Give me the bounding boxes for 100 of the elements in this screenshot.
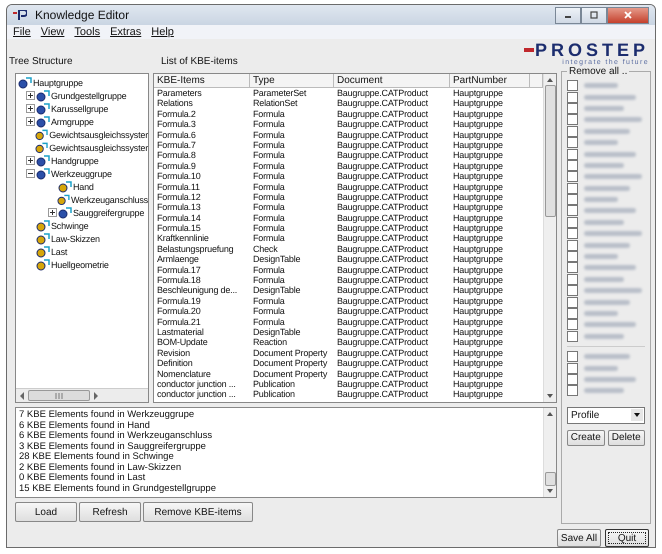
checkbox[interactable] xyxy=(567,308,578,319)
expander-icon[interactable] xyxy=(48,208,57,217)
tree-item[interactable]: Hauptgruppe xyxy=(33,78,83,88)
profile-button[interactable]: Delete xyxy=(608,430,645,446)
tree-item[interactable]: Law-Skizzen xyxy=(51,234,100,244)
checkbox[interactable] xyxy=(567,274,578,285)
table-cell-text: Beschleunigung de... xyxy=(156,285,238,296)
checkbox[interactable] xyxy=(567,216,578,228)
checkbox[interactable] xyxy=(567,205,578,216)
scroll-thumb[interactable] xyxy=(544,85,556,217)
tree-item[interactable]: Gewichtsausgleichssyster xyxy=(49,142,148,152)
checkbox[interactable] xyxy=(567,351,578,362)
table-cell-text: Lastmaterial xyxy=(156,326,205,338)
checkbox[interactable] xyxy=(567,285,578,296)
vertical-scrollbar[interactable] xyxy=(543,408,556,497)
checkbox[interactable] xyxy=(567,330,578,342)
table-cell-text: Hauptgruppe xyxy=(452,389,504,400)
scroll-up-icon[interactable] xyxy=(546,411,554,417)
scroll-thumb[interactable] xyxy=(544,472,556,486)
tree-item[interactable]: Hand xyxy=(73,182,94,192)
checkbox[interactable] xyxy=(567,262,578,274)
vertical-scrollbar[interactable] xyxy=(543,74,556,402)
checkbox[interactable] xyxy=(567,171,578,182)
horizontal-scrollbar[interactable] xyxy=(16,388,148,402)
checkbox[interactable] xyxy=(567,194,578,206)
checkbox[interactable] xyxy=(567,148,578,160)
menu-item[interactable]: View xyxy=(40,26,64,38)
tree-item[interactable]: Grundgestellgruppe xyxy=(51,90,126,100)
table-cell-text: Formula xyxy=(252,130,286,140)
checkbox[interactable] xyxy=(567,362,578,374)
checkbox[interactable] xyxy=(567,126,578,137)
tree-item[interactable]: Werkzeuggrupe xyxy=(51,168,112,178)
checkbox[interactable] xyxy=(567,160,578,171)
profile-dropdown[interactable]: Profile xyxy=(567,406,645,424)
tree-item[interactable]: Last xyxy=(51,246,68,256)
assembly-icon xyxy=(36,246,50,258)
tree-item[interactable]: Sauggreifergruppe xyxy=(73,208,144,218)
checkbox[interactable] xyxy=(567,240,578,251)
footer-button[interactable]: Quit xyxy=(605,529,649,547)
menu-item[interactable]: Extras xyxy=(110,26,142,38)
blurred-label xyxy=(584,128,630,134)
profile-button[interactable]: Create xyxy=(567,430,604,446)
table-cell-text: Baugruppe.CATProduct xyxy=(336,98,429,109)
tree-item[interactable]: Huellgeometrie xyxy=(51,260,109,270)
menu-item[interactable]: File xyxy=(13,26,31,38)
checkbox[interactable] xyxy=(567,182,578,194)
tree-item[interactable]: Gewichtsausgleichssyster xyxy=(49,130,148,140)
scroll-left-icon[interactable] xyxy=(19,392,25,400)
tree-item[interactable]: Werkzeuganschluss xyxy=(71,194,148,204)
action-button[interactable]: Refresh xyxy=(79,502,141,522)
expander-icon[interactable] xyxy=(26,169,35,178)
scroll-thumb[interactable] xyxy=(28,390,90,401)
expander-icon[interactable] xyxy=(26,91,35,100)
checkbox[interactable] xyxy=(567,385,578,396)
action-button[interactable]: Remove KBE-items xyxy=(143,502,253,522)
checkbox[interactable] xyxy=(567,296,578,308)
checkbox[interactable] xyxy=(567,228,578,240)
blurred-label xyxy=(584,265,636,270)
action-button[interactable]: Load xyxy=(15,502,77,522)
checkbox[interactable] xyxy=(567,80,578,92)
tree-item[interactable]: Karussellgrupe xyxy=(51,104,108,114)
table-cell-text: Formula.19 xyxy=(156,296,202,306)
checkbox[interactable] xyxy=(567,319,578,330)
column-header[interactable]: Document xyxy=(334,74,450,88)
scroll-right-icon[interactable] xyxy=(93,392,99,400)
checkbox[interactable] xyxy=(567,251,578,262)
expander-icon[interactable] xyxy=(26,117,35,126)
column-header[interactable]: Type xyxy=(250,74,334,88)
table-cell-text: Formula.7 xyxy=(156,140,197,150)
table-cell-text: Hauptgruppe xyxy=(452,316,504,327)
tree-item[interactable]: Schwinge xyxy=(51,220,88,230)
blurred-label xyxy=(584,366,618,371)
table-cell-text: Baugruppe.CATProduct xyxy=(336,212,429,224)
checkbox[interactable] xyxy=(567,102,578,114)
menu-item[interactable]: Tools xyxy=(74,26,100,38)
column-header[interactable]: PartNumber xyxy=(450,74,530,88)
expander-icon[interactable] xyxy=(26,156,35,165)
scroll-down-icon[interactable] xyxy=(546,393,554,399)
table-cell-text: Hauptgruppe xyxy=(452,285,504,296)
scroll-up-icon[interactable] xyxy=(546,77,554,83)
blurred-label xyxy=(584,186,630,191)
table-cell-text: Hauptgruppe xyxy=(452,337,504,348)
tree-item[interactable]: Handgruppe xyxy=(51,156,99,166)
scroll-down-icon[interactable] xyxy=(546,488,554,494)
column-header[interactable]: KBE-Items xyxy=(154,74,250,88)
footer-button[interactable]: Save All xyxy=(557,529,601,547)
table-cell-text: Hauptgruppe xyxy=(452,192,504,202)
table-cell-text: Formula.6 xyxy=(156,130,197,140)
expander-icon[interactable] xyxy=(26,104,35,113)
close-button[interactable] xyxy=(607,6,649,24)
maximize-button[interactable] xyxy=(581,6,607,24)
tree-item[interactable]: Armgruppe xyxy=(51,116,94,126)
table-cell-text: Belastungspruefung xyxy=(156,244,234,254)
checkbox[interactable] xyxy=(567,92,578,103)
menu-item[interactable]: Help xyxy=(151,26,174,38)
blurred-label xyxy=(584,174,642,180)
checkbox[interactable] xyxy=(567,114,578,126)
checkbox[interactable] xyxy=(567,137,578,148)
checkbox[interactable] xyxy=(567,374,578,385)
minimize-button[interactable] xyxy=(555,6,581,24)
